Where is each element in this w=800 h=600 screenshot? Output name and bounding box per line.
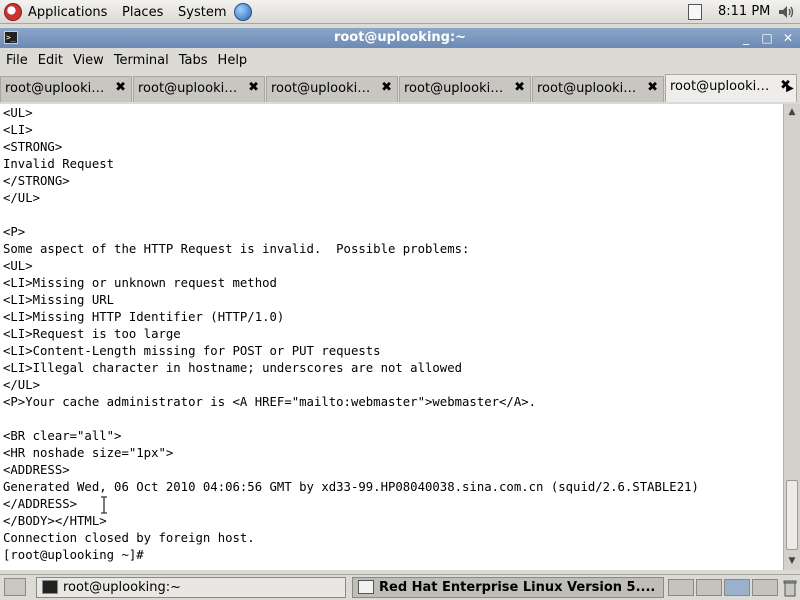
- terminal-line: Connection closed by foreign host.: [3, 531, 255, 545]
- taskbar-item-redhat[interactable]: Red Hat Enterprise Linux Version 5....: [352, 577, 664, 598]
- tab-label: root@uplooki…: [537, 81, 637, 96]
- workspace-1[interactable]: [668, 579, 694, 596]
- menu-help[interactable]: Help: [213, 53, 253, 68]
- tab-label: root@uplooki…: [271, 81, 371, 96]
- terminal-line: Generated Wed, 06 Oct 2010 04:06:56 GMT …: [3, 480, 699, 494]
- terminal-line: <LI>Illegal character in hostname; under…: [3, 361, 463, 375]
- tab-close-icon[interactable]: ✖: [381, 80, 392, 95]
- network-icon[interactable]: [688, 4, 702, 20]
- volume-icon[interactable]: [778, 4, 794, 20]
- redhat-icon: [4, 3, 22, 21]
- terminal-tab[interactable]: root@uplooki… ✖: [532, 76, 664, 102]
- terminal-line: <HR noshade size="1px">: [3, 446, 174, 460]
- terminal-line: <BR clear="all">: [3, 429, 122, 443]
- terminal-line: </STRONG>: [3, 174, 70, 188]
- terminal-scrollbar[interactable]: ▲ ▼: [783, 104, 800, 570]
- tab-label: root@uplooki…: [138, 81, 238, 96]
- terminal-line: <ADDRESS>: [3, 463, 70, 477]
- tab-close-icon[interactable]: ✖: [647, 80, 658, 95]
- terminal-line: <LI>Request is too large: [3, 327, 181, 341]
- terminal-icon: [42, 580, 58, 594]
- terminal-line: <LI>Content-Length missing for POST or P…: [3, 344, 381, 358]
- terminal-tab[interactable]: root@uplooki… ✖: [266, 76, 398, 102]
- show-desktop-button[interactable]: [4, 578, 26, 596]
- terminal-line: </ADDRESS>: [3, 497, 78, 511]
- terminal-line: <P>: [3, 225, 26, 239]
- bottom-panel: root@uplooking:~ Red Hat Enterprise Linu…: [0, 574, 800, 600]
- tab-bar: root@uplooki… ✖ root@uplooki… ✖ root@upl…: [0, 74, 800, 102]
- terminal-line: Some aspect of the HTTP Request is inval…: [3, 242, 470, 256]
- applications-menu-label: Applications: [28, 4, 108, 20]
- tab-label: root@uplooki…: [670, 79, 770, 94]
- terminal-line: <UL>: [3, 259, 33, 273]
- scroll-down-icon[interactable]: ▼: [785, 554, 799, 568]
- terminal-line: </UL>: [3, 191, 41, 205]
- menu-tabs[interactable]: Tabs: [174, 53, 213, 68]
- terminal-tab[interactable]: root@uplooki… ✖: [399, 76, 531, 102]
- terminal-output[interactable]: <UL> <LI> <STRONG> Invalid Request </STR…: [0, 104, 783, 570]
- system-menu[interactable]: System: [178, 0, 226, 24]
- web-browser-launcher[interactable]: [234, 0, 252, 24]
- tab-label: root@uplooki…: [404, 81, 504, 96]
- workspace-4[interactable]: [752, 579, 778, 596]
- clock[interactable]: 8:11 PM: [718, 0, 770, 24]
- terminal-tab[interactable]: root@uplooki… ✖: [0, 76, 132, 102]
- tab-close-icon[interactable]: ✖: [514, 80, 525, 95]
- tab-label: root@uplooki…: [5, 81, 105, 96]
- places-menu[interactable]: Places: [122, 0, 163, 24]
- terminal-line: <STRONG>: [3, 140, 63, 154]
- tab-scroll-right-icon[interactable]: ▶: [782, 80, 798, 98]
- taskbar-item-label: Red Hat Enterprise Linux Version 5....: [379, 580, 656, 595]
- window-title: root@uplooking:~: [333, 30, 467, 45]
- tab-close-icon[interactable]: ✖: [248, 80, 259, 95]
- places-menu-label: Places: [122, 4, 164, 20]
- terminal-line: <LI>Missing or unknown request method: [3, 276, 277, 290]
- menu-edit[interactable]: Edit: [33, 53, 68, 68]
- text-cursor-icon: [101, 496, 107, 514]
- menu-terminal[interactable]: Terminal: [109, 53, 174, 68]
- applications-menu[interactable]: Applications: [4, 0, 107, 24]
- menu-file[interactable]: File: [0, 53, 33, 68]
- terminal-line: <LI>Missing URL: [3, 293, 115, 307]
- terminal-line: <P>Your cache administrator is <A HREF="…: [3, 395, 537, 409]
- menu-view[interactable]: View: [68, 53, 109, 68]
- terminal-line: Invalid Request: [3, 157, 115, 171]
- top-panel: Applications Places System 8:11 PM: [0, 0, 800, 24]
- window-icon: [358, 580, 374, 594]
- terminal-prompt: [root@uplooking ~]#: [3, 548, 144, 562]
- scrollbar-thumb[interactable]: [786, 480, 798, 550]
- workspace-3[interactable]: [724, 579, 750, 596]
- terminal-tab[interactable]: root@uplooki… ✖: [133, 76, 265, 102]
- window-titlebar[interactable]: >_ root@uplooking:~ _ □ ✕: [0, 28, 800, 48]
- globe-icon: [234, 3, 252, 21]
- close-icon[interactable]: ✕: [781, 31, 795, 45]
- terminal-line: </BODY></HTML>: [3, 514, 107, 528]
- system-menu-label: System: [178, 4, 227, 20]
- minimize-icon[interactable]: _: [739, 31, 753, 45]
- taskbar-item-label: root@uplooking:~: [63, 580, 181, 595]
- taskbar-item-terminal[interactable]: root@uplooking:~: [36, 577, 346, 598]
- tab-close-icon[interactable]: ✖: [115, 80, 126, 95]
- terminal-line: <LI>: [3, 123, 33, 137]
- workspace-2[interactable]: [696, 579, 722, 596]
- menubar: File Edit View Terminal Tabs Help: [0, 49, 800, 72]
- terminal-line: </UL>: [3, 378, 41, 392]
- trash-icon[interactable]: [782, 579, 798, 597]
- terminal-line: <UL>: [3, 106, 33, 120]
- terminal-line: <LI>Missing HTTP Identifier (HTTP/1.0): [3, 310, 285, 324]
- scroll-up-icon[interactable]: ▲: [785, 105, 799, 119]
- maximize-icon[interactable]: □: [760, 31, 774, 45]
- terminal-tab-active[interactable]: root@uplooki… ✖: [665, 74, 797, 102]
